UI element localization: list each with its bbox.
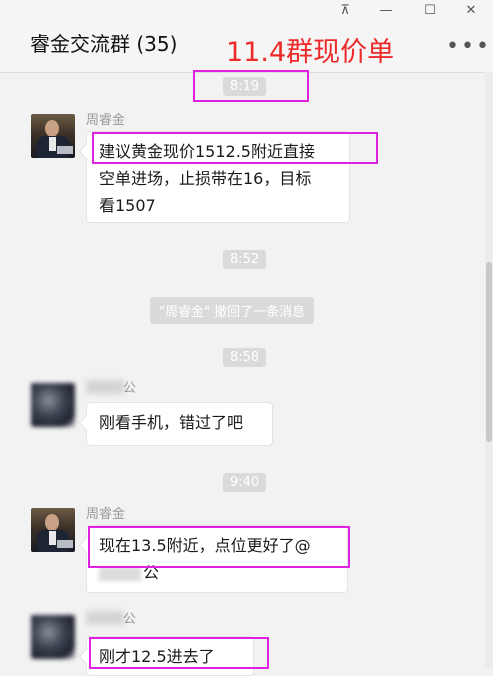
maximize-icon[interactable]: ☐ [419,3,441,18]
timestamp: 8:52 [223,250,267,269]
avatar[interactable] [31,615,75,659]
message-line: 空单进场，止损带在16，目标 [99,169,312,188]
avatar[interactable] [31,114,75,158]
timestamp: 8:58 [223,348,267,367]
sender-name: 公 [123,612,137,627]
blurred-sender-name [86,380,124,394]
message-bubble[interactable]: 刚看手机，错过了吧 [86,402,273,446]
message-line: 刚看手机，错过了吧 [99,413,244,432]
sender-name: 公 [123,381,137,396]
timestamp: 8:19 [223,77,267,96]
message-line: 刚才12.5进去了 [99,647,215,666]
system-notice: "周睿金" 撤回了一条消息 [150,297,315,324]
minimize-icon[interactable]: — [375,3,397,18]
more-icon[interactable]: ••• [446,34,491,59]
scrollbar-thumb[interactable] [486,262,492,442]
blurred-sender-name [86,611,124,625]
message-bubble[interactable]: 刚才12.5进去了 [86,636,254,676]
message-bubble[interactable]: 建议黄金现价1512.5附近直接 空单进场，止损带在16，目标 看1507 [86,131,350,223]
avatar[interactable] [31,383,75,427]
message-bubble[interactable]: 现在13.5附近，点位更好了@ 公 [86,525,348,593]
sender-name: 周睿金 [86,113,126,128]
chat-header: ⊼ — ☐ ✕ 睿金交流群 (35) 11.4群现价单 ••• [0,0,493,73]
timestamp: 9:40 [223,473,267,492]
message-line: 看1507 [99,196,156,215]
blurred-mention [99,566,141,581]
chat-title: 睿金交流群 (35) [30,32,178,56]
sender-name: 周睿金 [86,507,126,522]
avatar[interactable] [31,508,75,552]
annotation-title: 11.4群现价单 [226,37,395,68]
close-icon[interactable]: ✕ [460,3,482,18]
message-line: 现在13.5附近，点位更好了@ [99,536,311,555]
pin-icon[interactable]: ⊼ [334,3,356,18]
message-line: 建议黄金现价1512.5附近直接 [99,142,315,161]
message-line: 公 [99,559,335,586]
scrollbar[interactable] [485,72,493,669]
